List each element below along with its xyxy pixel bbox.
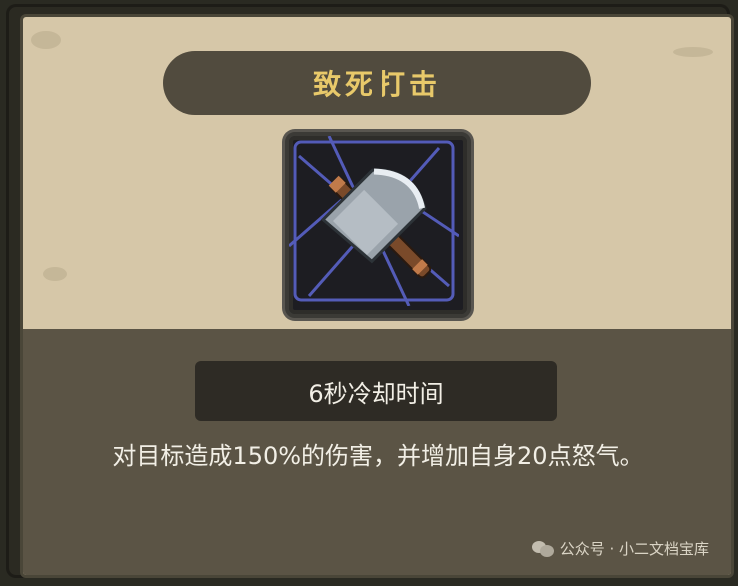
title-banner: 致死打击 bbox=[163, 51, 591, 115]
parchment-stain bbox=[43, 267, 67, 281]
parchment-stain bbox=[673, 47, 713, 57]
skill-card: 致死打击 6秒冷却时间 对目标造成150%的伤害，并增加自身20点怒气。 公众号… bbox=[6, 4, 734, 578]
battle-axe-icon bbox=[285, 132, 471, 318]
card-frame: 致死打击 6秒冷却时间 对目标造成150%的伤害，并增加自身20点怒气。 公众号… bbox=[20, 14, 734, 578]
skill-title: 致死打击 bbox=[312, 68, 441, 101]
watermark: 公众号 · 小二文档宝库 bbox=[531, 538, 709, 559]
cooldown-label: 6秒冷却时间 bbox=[195, 361, 557, 421]
parchment-stain bbox=[31, 31, 61, 49]
skill-description: 对目标造成150%的伤害，并增加自身20点怒气。 bbox=[112, 442, 644, 470]
watermark-text: 公众号 · 小二文档宝库 bbox=[559, 540, 709, 558]
wechat-icon bbox=[531, 540, 554, 557]
